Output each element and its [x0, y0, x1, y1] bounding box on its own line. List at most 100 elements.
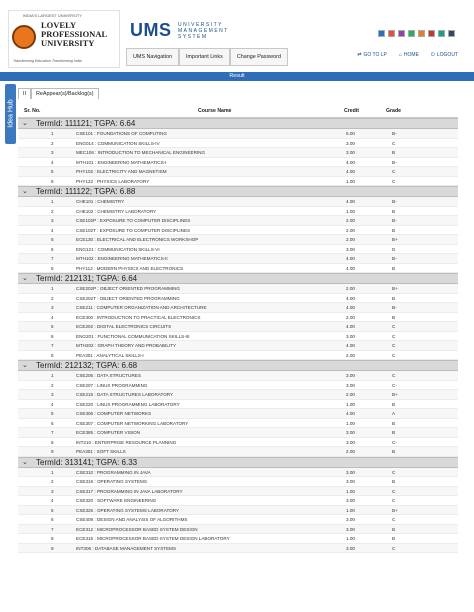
cell-sr-no: 5: [51, 507, 54, 513]
home-link[interactable]: ⌂ HOME: [399, 52, 419, 58]
table-row: 8 ECE315 : MICROPROCESSOR BASED SYSTEM DE…: [18, 534, 458, 544]
term-rows: 1 CSE310 : PROGRAMMING IN JAVA 3.00 C 2 CSE31…: [18, 467, 458, 553]
cell-course: CSE202P : OBJECT ORIENTED PROGRAMMING: [76, 286, 180, 291]
logout-icon: ⏻: [430, 52, 435, 58]
nav-ums-navigation[interactable]: UMS Navigation: [126, 48, 179, 66]
cell-course: MTH202 : GRAPH THEORY AND PROBABILITY: [76, 343, 177, 348]
cell-sr-no: 7: [51, 256, 54, 261]
chevron-down-icon[interactable]: ⌄: [22, 187, 28, 197]
term-rows: 1 CHE101 : CHEMISTRY 4.00 B- 2 CHE102 : CHEMI…: [18, 197, 458, 273]
term-rows: 1 CSE205 : DATA STRUCTURES 3.00 C 2 CSE207 : …: [18, 371, 458, 457]
table-row: 5 CSE325 : OPERATING SYSTEMS LABORATORY 1.…: [18, 505, 458, 515]
table-row: 6 ENG201 : FUNCTIONAL COMMUNICATION SKILL…: [18, 332, 458, 341]
theme-color-swatch[interactable]: [378, 30, 385, 37]
cell-course: PHY112 : MODERN PHYSICS AND ELECTRONICS: [76, 265, 184, 271]
table-header: Sr. No. Course Name Credit Grade: [18, 104, 458, 118]
goto-lp-label: GO TO LP: [363, 52, 387, 58]
chevron-down-icon[interactable]: ⌄: [22, 458, 28, 468]
cell-credit: 2.00: [346, 218, 355, 223]
chevron-down-icon[interactable]: ⌄: [22, 361, 28, 371]
col-course-name: Course Name: [198, 108, 232, 114]
tab-current[interactable]: II: [18, 88, 31, 99]
cell-grade: C-: [392, 439, 397, 445]
cell-grade: B: [392, 401, 396, 407]
theme-color-swatch[interactable]: [438, 30, 445, 37]
cell-sr-no: 4: [51, 498, 54, 503]
cell-course: CSE207 : LINUX PROGRAMMING: [76, 382, 148, 388]
goto-lp-link[interactable]: ⇄ GO TO LP: [357, 52, 387, 58]
cell-credit: 1.00: [346, 488, 355, 494]
cell-sr-no: 4: [51, 227, 54, 233]
table-row: 1 CHE101 : CHEMISTRY 4.00 B-: [18, 197, 458, 207]
cell-sr-no: 6: [51, 333, 54, 339]
term-header[interactable]: ⌄ TermId: 111121; TGPA: 6.64: [18, 118, 458, 129]
cell-sr-no: 1: [51, 131, 54, 136]
table-row: 2 ENG014 : COMMUNICATION SKILLS-IV 3.00 C: [18, 139, 458, 148]
nav-change-password[interactable]: Change Password: [229, 48, 288, 66]
cell-course: ECE312 : MICROPROCESSOR BASED SYSTEM DES…: [76, 526, 198, 532]
cell-grade: B: [392, 420, 396, 426]
cell-credit: 3.00: [346, 150, 355, 155]
theme-color-swatch[interactable]: [418, 30, 425, 37]
chevron-down-icon[interactable]: ⌄: [22, 274, 28, 284]
term-header[interactable]: ⌄ TermId: 313141; TGPA: 6.33: [18, 456, 458, 468]
cell-grade: C: [392, 324, 396, 329]
cell-grade: B: [392, 536, 396, 541]
table-row: 4 MTH101 : ENGINEERING MATHEMATICS-I 4.00 B…: [18, 158, 458, 167]
term-header[interactable]: ⌄ TermId: 111122; TGPA: 6.88: [18, 186, 458, 197]
cell-course: ECE130 : ELECTRICAL AND ELECTRONICS WORK…: [76, 237, 199, 242]
idea-hub-tab[interactable]: Idea Hub: [5, 84, 16, 144]
cell-course: CSE408 : DESIGN AND ANALYSIS OF ALGORITH…: [76, 517, 188, 522]
term-header[interactable]: ⌄ TermId: 212131; TGPA: 6.64: [18, 273, 458, 284]
table-row: 6 CSE408 : DESIGN AND ANALYSIS OF ALGORIT…: [18, 515, 458, 525]
term-group: ⌄ TermId: 111122; TGPA: 6.88 1 CHE101 : CHE…: [18, 186, 458, 273]
chevron-down-icon[interactable]: ⌄: [22, 119, 28, 129]
cell-sr-no: 5: [51, 324, 54, 329]
cell-grade: D: [392, 246, 396, 252]
cell-course: MTH102 : ENGINEERING MATHEMATICS-II: [76, 256, 168, 261]
cell-grade: B+: [392, 286, 398, 291]
cell-sr-no: 2: [51, 140, 54, 146]
brand-name: UMS: [130, 20, 172, 40]
cell-grade: C: [392, 373, 396, 378]
cell-sr-no: 1: [51, 373, 54, 378]
cell-sr-no: 2: [51, 295, 54, 301]
cell-grade: C: [392, 469, 396, 475]
cell-course: INT210 : ENTERPRISE RESOURCE PLANNING: [76, 439, 177, 445]
page-title: Result: [0, 72, 474, 81]
table-row: 4 CSE102T : EXPOSURE TO COMPUTER DISCIPLI…: [18, 226, 458, 235]
nav-important-links[interactable]: Important Links: [178, 48, 230, 66]
home-label: HOME: [403, 52, 419, 58]
cell-sr-no: 2: [51, 208, 54, 214]
term-header[interactable]: ⌄ TermId: 212132; TGPA: 6.68: [18, 360, 458, 371]
cell-credit: 1.00: [346, 507, 355, 513]
cell-grade: B: [392, 449, 396, 454]
cell-course: CSE325 : OPERATING SYSTEMS LABORATORY: [76, 507, 180, 513]
cell-grade: B: [392, 314, 396, 320]
theme-color-swatch[interactable]: [448, 30, 455, 37]
logout-link[interactable]: ⏻ LOGOUT: [431, 52, 458, 58]
theme-switcher[interactable]: [378, 30, 455, 37]
university-logo[interactable]: INDIA'S LARGEST UNIVERSITY LOVELY PROFES…: [8, 10, 120, 68]
table-row: 7 ECE385 : COMPUTER VISION 3.00 B: [18, 428, 458, 438]
cell-sr-no: 8: [51, 352, 54, 358]
theme-color-swatch[interactable]: [388, 30, 395, 37]
term-group: ⌄ TermId: 212131; TGPA: 6.64 1 CSE202P : OB…: [18, 273, 458, 360]
tab-reappear-backlogs[interactable]: ReAppear(s)/Backlog(s): [31, 88, 99, 99]
cell-grade: C: [392, 140, 396, 146]
theme-color-swatch[interactable]: [398, 30, 405, 37]
table-row: 3 CSE215 : DATA STRUCTURES LABORATORY 2.00…: [18, 390, 458, 400]
cell-sr-no: 5: [51, 169, 54, 174]
cell-course: ECE315 : MICROPROCESSOR BASED SYSTEM DES…: [76, 536, 230, 541]
term-label: TermId: 212132; TGPA: 6.68: [36, 361, 138, 370]
cell-credit: 4.00: [346, 305, 355, 310]
table-row: 7 MTH102 : ENGINEERING MATHEMATICS-II 4.00…: [18, 254, 458, 264]
cell-grade: C: [392, 178, 396, 184]
cell-course: CSE215 : DATA STRUCTURES LABORATORY: [76, 392, 174, 397]
theme-color-swatch[interactable]: [428, 30, 435, 37]
term-label: TermId: 313141; TGPA: 6.33: [36, 457, 138, 467]
cell-sr-no: 4: [51, 159, 54, 165]
table-row: 9 PEA301 : SOFT SKILLS 2.00 B: [18, 447, 458, 457]
theme-color-swatch[interactable]: [408, 30, 415, 37]
cell-course: CSE102P : EXPOSURE TO COMPUTER DISCIPLIN…: [76, 218, 191, 223]
